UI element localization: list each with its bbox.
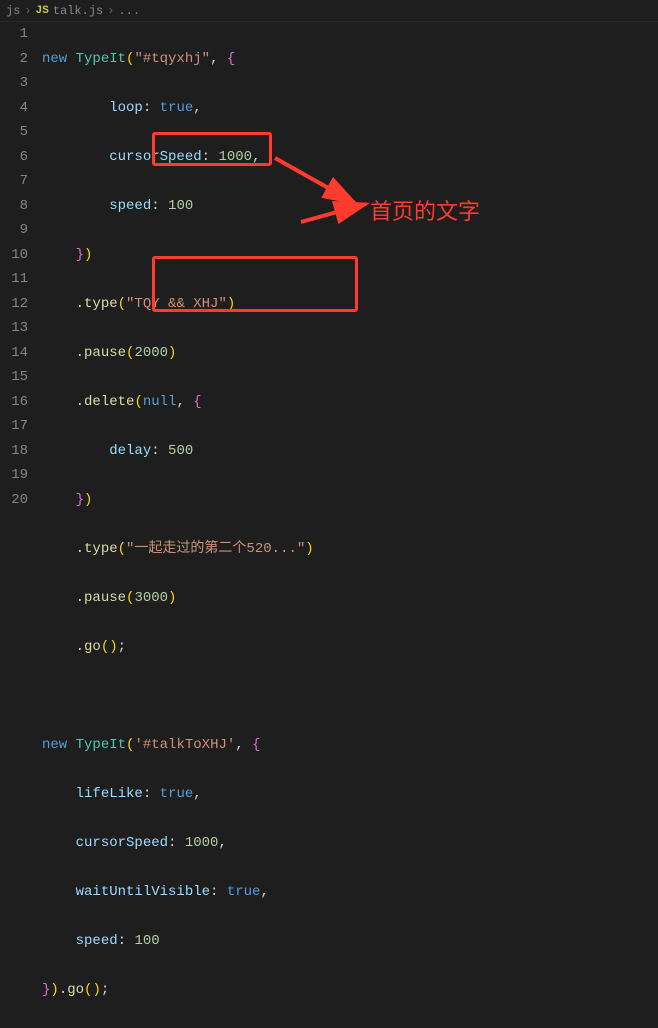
line-number: 18 [0, 439, 28, 464]
code-line[interactable]: waitUntilVisible: true, [42, 880, 658, 905]
line-number: 2 [0, 47, 28, 72]
code-line[interactable]: .go(); [42, 635, 658, 660]
code-line[interactable]: speed: 100 [42, 929, 658, 954]
chevron-right-icon: › [24, 4, 31, 18]
code-line[interactable]: .pause(3000) [42, 586, 658, 611]
line-number: 9 [0, 218, 28, 243]
line-number: 16 [0, 390, 28, 415]
breadcrumb-more: ... [118, 4, 140, 18]
code-line[interactable] [42, 684, 658, 709]
line-number: 15 [0, 365, 28, 390]
breadcrumb-filename: talk.js [53, 4, 103, 18]
code-line[interactable]: cursorSpeed: 1000, [42, 145, 658, 170]
line-number: 7 [0, 169, 28, 194]
line-number: 6 [0, 145, 28, 170]
code-line[interactable]: new TypeIt("#tqyxhj", { [42, 47, 658, 72]
code-line[interactable]: }) [42, 488, 658, 513]
line-number-gutter: 1 2 3 4 5 6 7 8 9 10 11 12 13 14 15 16 1… [0, 22, 42, 514]
code-editor[interactable]: 1 2 3 4 5 6 7 8 9 10 11 12 13 14 15 16 1… [0, 22, 658, 514]
line-number: 20 [0, 488, 28, 513]
code-line[interactable]: speed: 100 [42, 194, 658, 219]
line-number: 10 [0, 243, 28, 268]
code-line[interactable]: lifeLike: true, [42, 782, 658, 807]
breadcrumb-ext: js [6, 4, 20, 18]
chevron-right-icon: › [107, 4, 114, 18]
line-number: 1 [0, 22, 28, 47]
line-number: 13 [0, 316, 28, 341]
code-line[interactable]: .type("TQY && XHJ") [42, 292, 658, 317]
breadcrumb: js › JS talk.js › ... [0, 0, 658, 22]
line-number: 17 [0, 414, 28, 439]
code-line[interactable]: .type("一起走过的第二个520...") [42, 537, 658, 562]
code-area[interactable]: new TypeIt("#tqyxhj", { loop: true, curs… [42, 22, 658, 514]
line-number: 3 [0, 71, 28, 96]
code-line[interactable]: new TypeIt('#talkToXHJ', { [42, 733, 658, 758]
code-line[interactable]: cursorSpeed: 1000, [42, 831, 658, 856]
code-line[interactable]: }).go(); [42, 978, 658, 1003]
line-number: 11 [0, 267, 28, 292]
js-file-icon: JS [36, 5, 49, 17]
line-number: 8 [0, 194, 28, 219]
line-number: 4 [0, 96, 28, 121]
code-line[interactable]: .pause(2000) [42, 341, 658, 366]
code-line[interactable]: }) [42, 243, 658, 268]
code-line[interactable]: delay: 500 [42, 439, 658, 464]
line-number: 12 [0, 292, 28, 317]
annotation-label: 首页的文字 [370, 194, 480, 226]
line-number: 19 [0, 463, 28, 488]
line-number: 5 [0, 120, 28, 145]
line-number: 14 [0, 341, 28, 366]
code-line[interactable]: loop: true, [42, 96, 658, 121]
code-line[interactable]: .delete(null, { [42, 390, 658, 415]
